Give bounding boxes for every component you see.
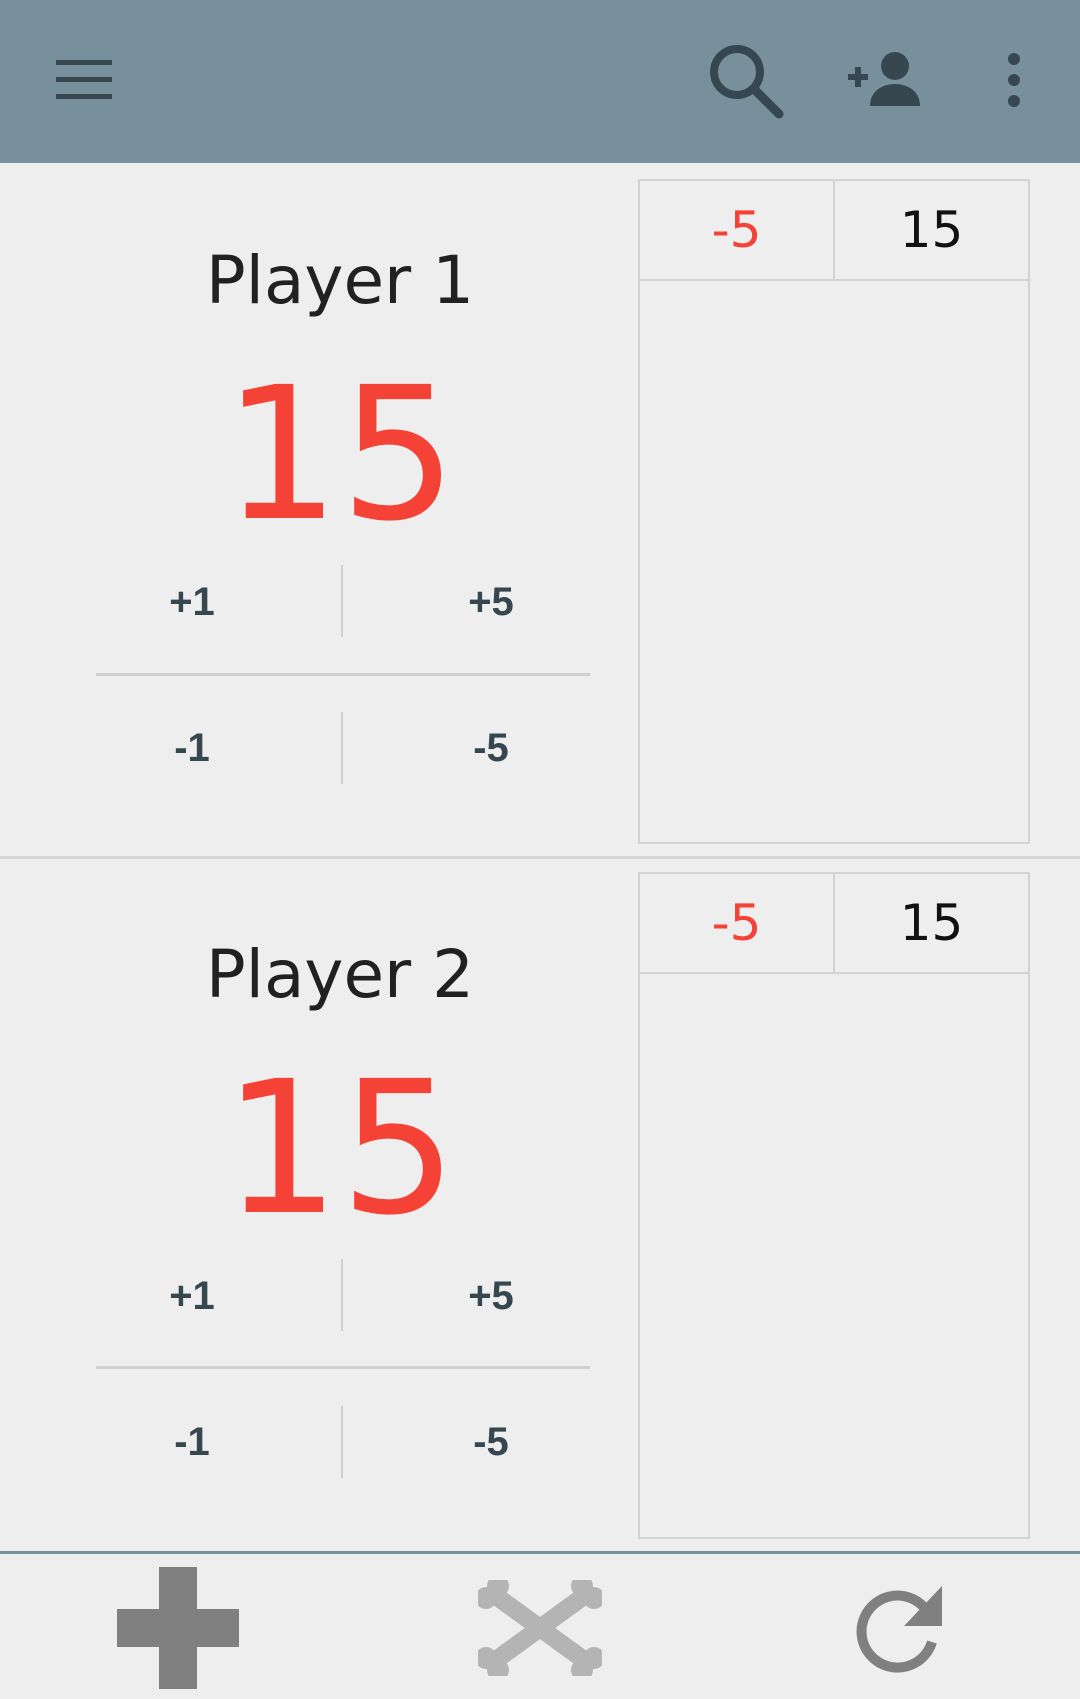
bottom-bar-divider	[0, 1551, 1080, 1554]
crossbones-button[interactable]	[470, 1560, 610, 1695]
minus-5-button[interactable]: -5	[391, 1407, 591, 1477]
search-icon	[710, 45, 784, 119]
player-panel-1: Player 1 15 +1 +5 -1 -5 -5 15	[0, 163, 1080, 858]
player-name[interactable]: Player 2	[0, 942, 680, 1008]
plus-5-button[interactable]: +5	[391, 567, 591, 637]
history-delta: -5	[640, 874, 835, 972]
score-history[interactable]: -5 15	[638, 179, 1030, 844]
top-app-bar	[0, 0, 1080, 163]
plus-1-button[interactable]: +1	[92, 1261, 292, 1331]
score-history[interactable]: -5 15	[638, 872, 1030, 1539]
button-row-divider	[96, 1366, 590, 1369]
more-vert-icon	[1008, 53, 1020, 107]
button-row-divider	[96, 673, 590, 676]
reset-button[interactable]	[830, 1560, 970, 1695]
more-options-button[interactable]	[962, 28, 1066, 132]
add-person-icon	[848, 52, 920, 106]
menu-button[interactable]	[32, 28, 136, 132]
search-button[interactable]	[693, 28, 797, 132]
plus-1-button[interactable]: +1	[92, 567, 292, 637]
player-name[interactable]: Player 1	[0, 248, 680, 314]
minus-1-button[interactable]: -1	[92, 1407, 292, 1477]
button-divider	[341, 712, 343, 784]
add-counter-button[interactable]	[108, 1560, 248, 1695]
history-total: 15	[899, 894, 964, 952]
menu-icon	[56, 60, 112, 99]
crossbones-icon	[478, 1579, 602, 1676]
history-header-row: -5 15	[640, 181, 1028, 281]
plus-5-button[interactable]: +5	[391, 1261, 591, 1331]
minus-1-button[interactable]: -1	[92, 713, 292, 783]
refresh-icon	[856, 1585, 942, 1673]
button-divider	[341, 1406, 343, 1478]
add-player-button[interactable]	[836, 28, 940, 132]
history-header-row: -5 15	[640, 874, 1028, 974]
minus-5-button[interactable]: -5	[391, 713, 591, 783]
player-score: 15	[222, 348, 458, 562]
button-divider	[341, 1259, 343, 1331]
history-total: 15	[899, 201, 964, 259]
add-icon	[117, 1566, 239, 1689]
player-score: 15	[222, 1042, 458, 1256]
button-divider	[341, 565, 343, 637]
player-panel-2: Player 2 15 +1 +5 -1 -5 -5 15	[0, 856, 1080, 1549]
history-delta: -5	[640, 181, 835, 279]
